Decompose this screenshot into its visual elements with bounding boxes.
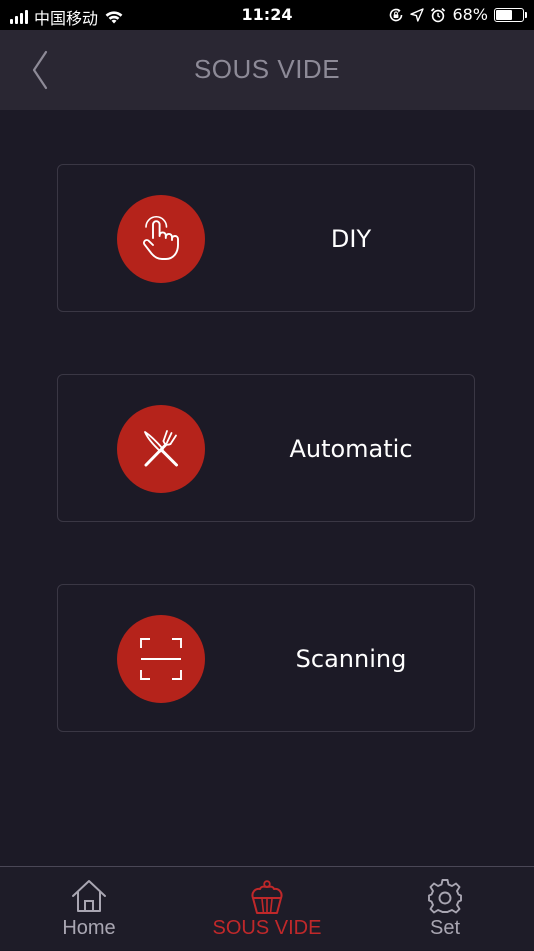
scan-frame-icon	[117, 615, 205, 703]
fork-knife-icon	[117, 405, 205, 493]
option-label: Scanning	[295, 645, 407, 673]
battery-percent: 68%	[452, 5, 488, 24]
header-bar: SOUS VIDE	[0, 30, 534, 110]
hand-pointer-icon	[117, 195, 205, 283]
option-label: Automatic	[289, 435, 413, 463]
tab-home[interactable]: Home	[0, 867, 178, 951]
status-bar: 中国移动 11:24 68%	[0, 0, 534, 30]
tab-label: Home	[62, 917, 116, 939]
status-right: 68%	[388, 5, 527, 24]
page-title: SOUS VIDE	[193, 54, 341, 84]
home-icon	[72, 880, 106, 912]
alarm-icon	[431, 7, 446, 22]
tab-label: SOUS VIDE	[212, 917, 322, 939]
battery-icon	[494, 7, 527, 22]
cupcake-icon	[251, 880, 283, 914]
tab-label: Set	[429, 917, 461, 939]
tab-sous-vide[interactable]: SOUS VIDE	[178, 867, 356, 951]
battery-fill	[496, 9, 512, 20]
tab-bar: Home SOUS VIDE Set	[0, 866, 534, 950]
option-card-diy[interactable]: DIY	[57, 164, 475, 312]
location-icon	[410, 7, 425, 22]
gear-icon	[428, 879, 462, 914]
option-card-automatic[interactable]: Automatic	[57, 374, 475, 522]
tab-set[interactable]: Set	[356, 867, 534, 951]
option-label: DIY	[330, 225, 372, 253]
rotation-lock-icon	[390, 8, 403, 21]
option-card-scanning[interactable]: Scanning	[57, 584, 475, 732]
